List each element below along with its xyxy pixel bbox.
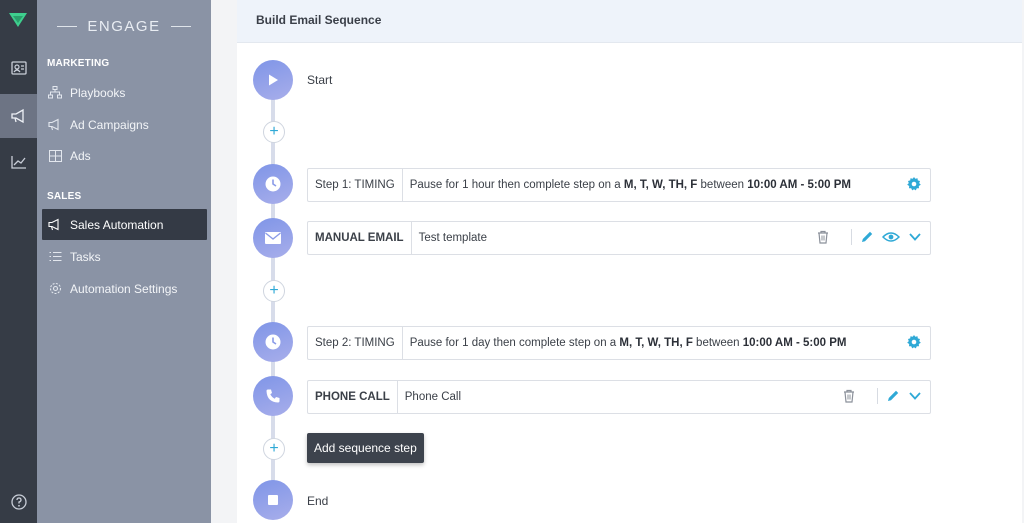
brand-name: ENGAGE — [87, 18, 161, 35]
trash-icon[interactable] — [817, 230, 829, 244]
sidebar-item-playbooks[interactable]: Playbooks — [42, 77, 207, 108]
sidebar-item-label: Sales Automation — [70, 217, 164, 232]
plus-icon: + — [269, 440, 279, 457]
timing-node-1[interactable] — [253, 164, 293, 204]
step-days: M, T, W, TH, F — [623, 179, 698, 191]
help-icon[interactable] — [0, 482, 37, 522]
brand: ENGAGE — [37, 18, 211, 35]
step-text: Pause for 1 hour then complete step on a — [409, 179, 624, 191]
page-title: Build Email Sequence — [256, 13, 382, 27]
sidebar-item-label: Ad Campaigns — [70, 117, 149, 132]
step-key: Step 1: TIMING — [308, 169, 403, 201]
gear-icon[interactable] — [906, 176, 922, 192]
sidebar-item-label: Playbooks — [70, 85, 126, 100]
sidebar-item-label: Ads — [70, 148, 91, 163]
sidebar-item-tasks[interactable]: Tasks — [42, 241, 207, 272]
plus-icon: + — [269, 282, 279, 299]
pencil-icon[interactable] — [886, 389, 900, 403]
step-actions — [817, 229, 922, 245]
end-label: End — [307, 494, 329, 508]
action-divider — [851, 229, 852, 245]
step-actions — [843, 388, 922, 404]
step-days: M, T, W, TH, F — [619, 337, 693, 349]
section-title-marketing: MARKETING — [47, 58, 110, 69]
megaphone-icon[interactable] — [0, 94, 37, 138]
phone-node[interactable] — [253, 376, 293, 416]
sidebar-item-ad-campaigns[interactable]: Ad Campaigns — [42, 109, 207, 140]
contact-card-icon[interactable] — [0, 48, 37, 88]
step-value: Pause for 1 day then complete step on a … — [403, 337, 854, 349]
plus-icon: + — [269, 123, 279, 140]
clock-icon — [265, 334, 281, 350]
pencil-icon[interactable] — [860, 230, 874, 244]
chevron-down-icon[interactable] — [908, 391, 922, 401]
step-text-between: between — [692, 337, 743, 349]
page-header: Build Email Sequence — [237, 0, 1022, 43]
step-text-between: between — [697, 179, 748, 191]
gear-icon — [48, 282, 62, 296]
end-node[interactable] — [253, 480, 293, 520]
sidebar-item-label: Automation Settings — [70, 281, 178, 296]
chart-icon[interactable] — [0, 142, 37, 182]
chevron-down-icon[interactable] — [908, 232, 922, 242]
envelope-icon — [265, 232, 281, 244]
trash-icon[interactable] — [843, 389, 855, 403]
grid-icon — [48, 149, 62, 163]
megaphone-icon — [48, 218, 62, 232]
add-step-button[interactable]: + — [263, 121, 285, 143]
play-icon — [269, 74, 278, 86]
timing-step-card-2[interactable]: Step 2: TIMING Pause for 1 day then comp… — [307, 326, 931, 360]
phone-icon — [266, 389, 280, 403]
sidebar-item-label: Tasks — [70, 249, 101, 264]
add-step-button[interactable]: + — [263, 280, 285, 302]
step-value: Pause for 1 hour then complete step on a… — [403, 179, 858, 191]
step-key: PHONE CALL — [308, 381, 398, 413]
step-hours: 10:00 AM - 5:00 PM — [747, 179, 851, 191]
playbook-icon — [48, 86, 62, 100]
add-step-button[interactable]: + — [263, 438, 285, 460]
sidebar-item-ads[interactable]: Ads — [42, 140, 207, 171]
timing-node-2[interactable] — [253, 322, 293, 362]
brand-line-right — [170, 26, 191, 27]
brand-line-left — [57, 26, 78, 27]
timing-step-card-1[interactable]: Step 1: TIMING Pause for 1 hour then com… — [307, 168, 931, 202]
step-value: Test template — [418, 232, 487, 244]
step-hours: 10:00 AM - 5:00 PM — [742, 337, 847, 349]
email-step-card[interactable]: MANUAL EMAIL Test template — [307, 221, 931, 255]
start-node[interactable] — [253, 60, 293, 100]
stop-icon — [268, 495, 278, 505]
email-node[interactable] — [253, 218, 293, 258]
phone-step-card[interactable]: PHONE CALL Phone Call — [307, 380, 931, 414]
gear-icon[interactable] — [906, 334, 922, 350]
sidebar: ENGAGE MARKETING Playbooks Ad Campaigns … — [37, 0, 211, 523]
step-value: Phone Call — [404, 391, 462, 403]
eye-icon[interactable] — [882, 230, 900, 244]
step-actions — [906, 176, 922, 192]
step-key: Step 2: TIMING — [308, 327, 403, 359]
step-text: Pause for 1 day then complete step on a — [409, 337, 620, 349]
icon-rail — [0, 0, 37, 523]
sidebar-item-automation-settings[interactable]: Automation Settings — [42, 273, 207, 304]
action-divider — [877, 388, 878, 404]
step-key: MANUAL EMAIL — [308, 222, 412, 254]
megaphone-icon — [48, 118, 62, 132]
add-step-tooltip: Add sequence step — [307, 433, 424, 463]
start-label: Start — [307, 73, 333, 87]
list-icon — [48, 250, 62, 264]
clock-icon — [265, 176, 281, 192]
step-actions — [906, 334, 922, 350]
sidebar-item-sales-automation[interactable]: Sales Automation — [42, 209, 207, 240]
logo-icon[interactable] — [7, 10, 29, 30]
section-title-sales: SALES — [47, 191, 82, 202]
